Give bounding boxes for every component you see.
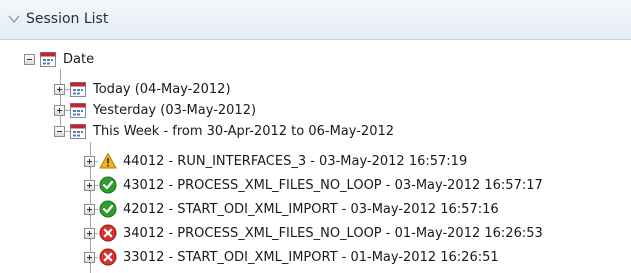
collapse-chevron-icon[interactable] <box>8 14 20 24</box>
calendar-icon <box>70 82 86 97</box>
session-row[interactable]: 33012 - START_ODI_XML_IMPORT - 01-May-20… <box>84 246 499 268</box>
tree-node-label: This Week - from 30-Apr-2012 to 06-May-2… <box>93 123 395 139</box>
expand-toggle[interactable] <box>84 203 95 215</box>
collapse-toggle[interactable] <box>24 53 35 65</box>
calendar-icon <box>40 52 56 67</box>
expand-toggle[interactable] <box>54 104 65 116</box>
tree-node-date[interactable]: Date <box>24 48 94 70</box>
expand-toggle[interactable] <box>84 179 95 191</box>
session-row[interactable]: 43012 - PROCESS_XML_FILES_NO_LOOP - 03-M… <box>84 174 543 196</box>
panel-title: Session List <box>26 11 109 27</box>
expand-toggle[interactable] <box>54 83 65 95</box>
session-label: 43012 - PROCESS_XML_FILES_NO_LOOP - 03-M… <box>123 177 543 193</box>
session-list-header[interactable]: Session List <box>0 0 631 40</box>
tree-node-this-week[interactable]: This Week - from 30-Apr-2012 to 06-May-2… <box>54 120 394 142</box>
expand-toggle[interactable] <box>84 251 95 263</box>
session-label: 42012 - START_ODI_XML_IMPORT - 03-May-20… <box>123 201 499 217</box>
tree-node-today[interactable]: Today (04-May-2012) <box>54 78 231 100</box>
calendar-icon <box>70 103 86 118</box>
collapse-toggle[interactable] <box>54 125 65 137</box>
tree-node-label: Date <box>63 51 95 67</box>
expand-toggle[interactable] <box>84 227 95 239</box>
tree-node-yesterday[interactable]: Yesterday (03-May-2012) <box>54 99 256 121</box>
expand-toggle[interactable] <box>84 155 95 167</box>
tree-node-label: Yesterday (03-May-2012) <box>93 102 257 118</box>
session-row[interactable]: 42012 - START_ODI_XML_IMPORT - 03-May-20… <box>84 198 499 220</box>
success-check-icon <box>99 200 117 218</box>
success-check-icon <box>99 176 117 194</box>
session-label: 33012 - START_ODI_XML_IMPORT - 01-May-20… <box>123 249 499 265</box>
tree-node-label: Today (04-May-2012) <box>93 81 231 97</box>
warning-icon <box>99 152 117 169</box>
session-label: 44012 - RUN_INTERFACES_3 - 03-May-2012 1… <box>123 153 468 169</box>
error-x-icon <box>99 248 117 266</box>
calendar-icon <box>70 124 86 139</box>
error-x-icon <box>99 224 117 242</box>
session-label: 34012 - PROCESS_XML_FILES_NO_LOOP - 01-M… <box>123 225 543 241</box>
session-row[interactable]: 44012 - RUN_INTERFACES_3 - 03-May-2012 1… <box>84 150 467 172</box>
session-row[interactable]: 34012 - PROCESS_XML_FILES_NO_LOOP - 01-M… <box>84 222 543 244</box>
session-tree: Date Today (04-May-2012) Yesterday (03-M… <box>0 40 631 273</box>
